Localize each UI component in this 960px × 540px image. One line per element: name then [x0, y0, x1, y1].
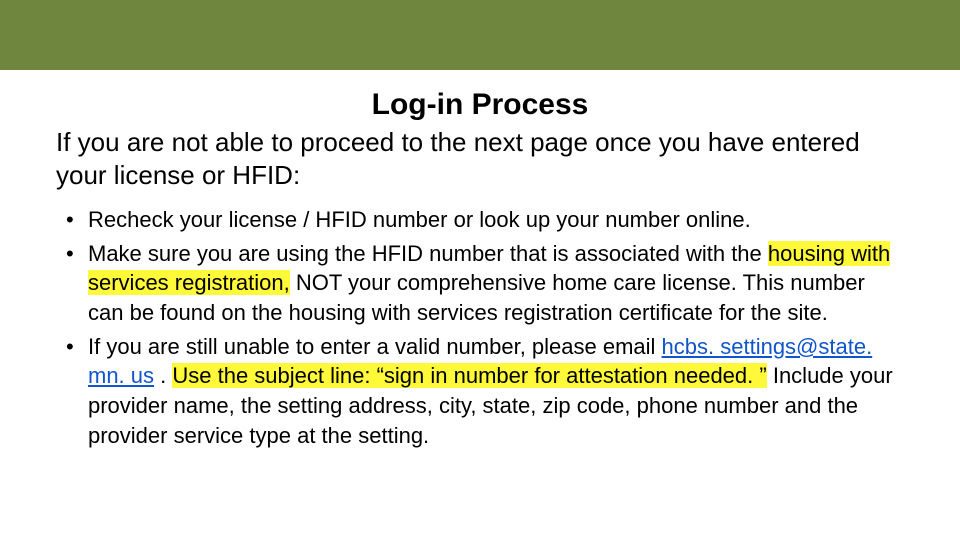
header-bar: [0, 0, 960, 70]
bullet-2-pre: Make sure you are using the HFID number …: [88, 241, 768, 266]
bullet-item-1: Recheck your license / HFID number or lo…: [56, 205, 904, 235]
bullet-3-pre: If you are still unable to enter a valid…: [88, 334, 662, 359]
intro-text: If you are not able to proceed to the ne…: [56, 126, 904, 191]
bullet-3-mid: .: [154, 363, 172, 388]
highlight-subject: Use the subject line: “sign in number fo…: [172, 363, 766, 388]
slide-title: Log-in Process: [56, 88, 904, 122]
bullet-item-3: If you are still unable to enter a valid…: [56, 332, 904, 451]
bullet-item-2: Make sure you are using the HFID number …: [56, 239, 904, 328]
bullet-list: Recheck your license / HFID number or lo…: [56, 205, 904, 451]
slide-content: Log-in Process If you are not able to pr…: [0, 88, 960, 451]
